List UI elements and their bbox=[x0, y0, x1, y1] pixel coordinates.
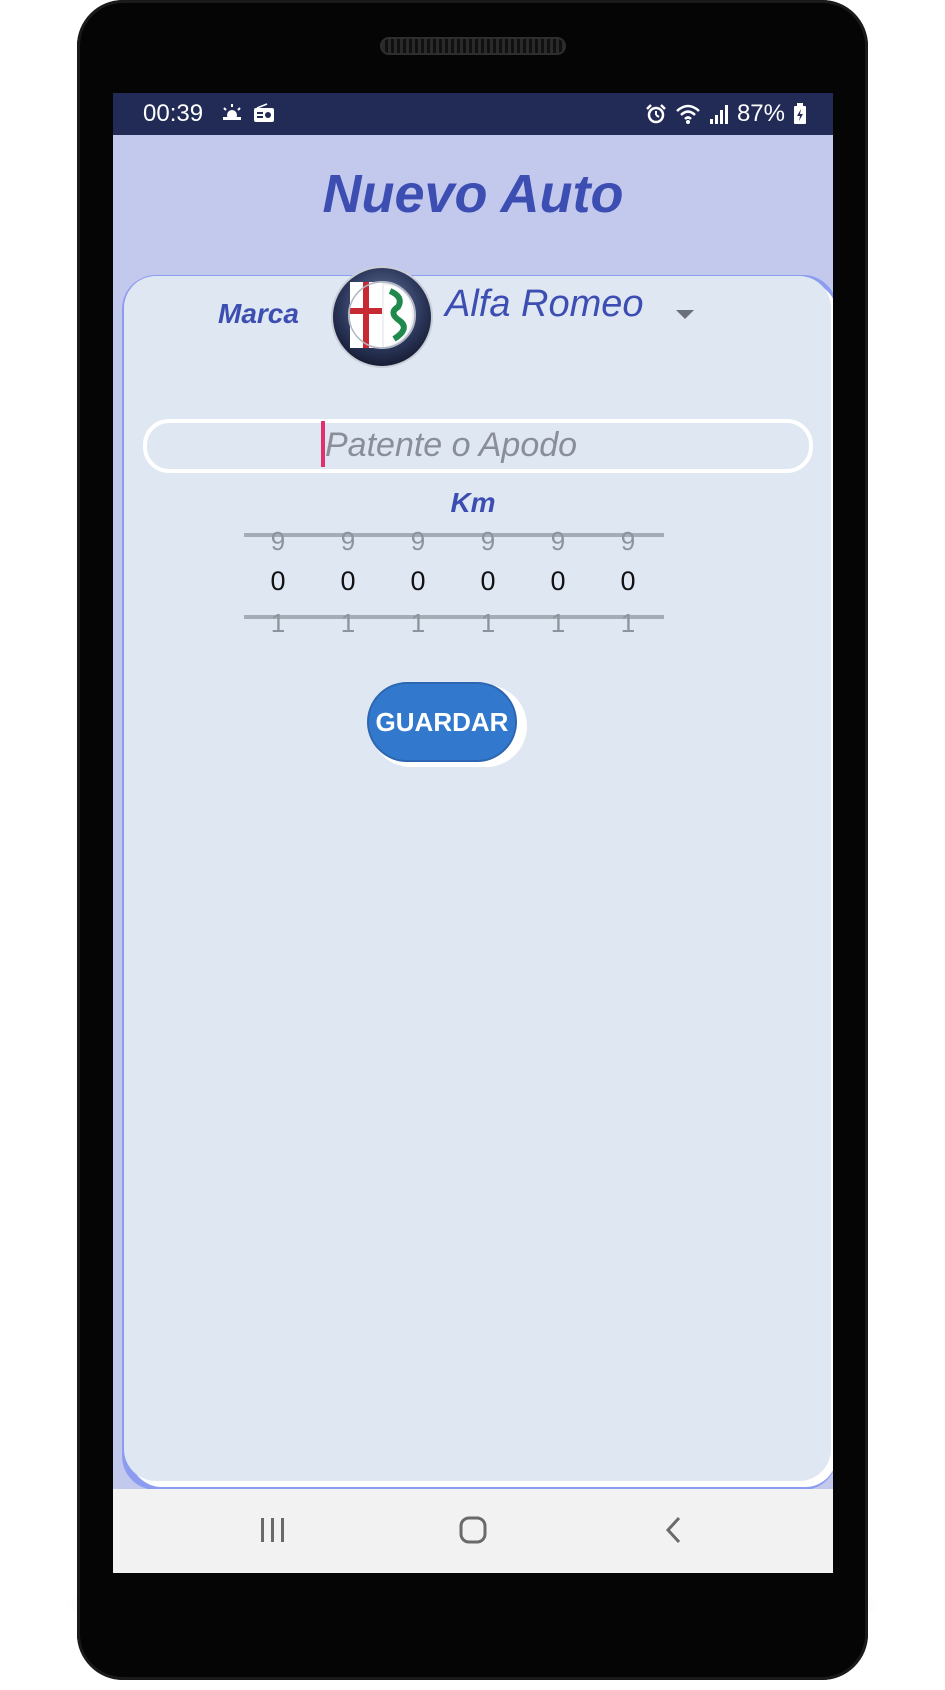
app-screen: 00:39 87% Nuevo Auto Marca Alfa Romeo Pa… bbox=[113, 93, 833, 1573]
brand-dropdown-value[interactable]: Alfa Romeo bbox=[445, 283, 644, 326]
back-icon[interactable] bbox=[663, 1515, 683, 1550]
battery-percent: 87% bbox=[736, 100, 785, 127]
km-digit-next: 1 bbox=[480, 608, 496, 638]
wifi-icon bbox=[675, 103, 701, 125]
battery-charging-icon bbox=[793, 103, 807, 125]
brand-label: Marca bbox=[218, 298, 299, 329]
status-left-icons bbox=[221, 102, 275, 130]
km-label: Km bbox=[450, 487, 496, 518]
km-picker[interactable]: 9 0 1 9 0 1 9 0 1 9 0 1 9 0 1 9 0 1 bbox=[244, 526, 664, 646]
km-digit-next: 1 bbox=[270, 608, 286, 638]
picker-top-line bbox=[244, 533, 664, 537]
km-digit-current: 0 bbox=[480, 566, 496, 596]
km-digit-next: 1 bbox=[620, 608, 636, 638]
km-digit-next: 1 bbox=[550, 608, 566, 638]
alfa-romeo-logo-icon bbox=[328, 263, 436, 371]
status-right-icons: 87% bbox=[645, 100, 807, 128]
km-digit-prev: 9 bbox=[550, 526, 566, 556]
km-digit-current: 0 bbox=[340, 566, 356, 596]
signal-icon bbox=[709, 103, 729, 125]
recent-apps-icon[interactable] bbox=[259, 1515, 287, 1550]
earpiece-speaker bbox=[380, 37, 566, 55]
km-digit-current: 0 bbox=[550, 566, 566, 596]
status-bar: 00:39 87% bbox=[113, 93, 833, 135]
home-icon[interactable] bbox=[458, 1515, 488, 1550]
km-digit-prev: 9 bbox=[620, 526, 636, 556]
status-time: 00:39 bbox=[143, 100, 204, 127]
km-digit-next: 1 bbox=[410, 608, 426, 638]
save-button[interactable]: GUARDAR bbox=[367, 682, 517, 762]
km-digit-prev: 9 bbox=[480, 526, 496, 556]
weather-icon bbox=[221, 102, 243, 130]
km-digit-next: 1 bbox=[340, 608, 356, 638]
picker-bottom-line bbox=[244, 615, 664, 619]
km-digit-prev: 9 bbox=[270, 526, 286, 556]
km-digit-current: 0 bbox=[270, 566, 286, 596]
km-digit-prev: 9 bbox=[340, 526, 356, 556]
navigation-bar bbox=[113, 1489, 833, 1573]
chevron-down-icon[interactable] bbox=[676, 310, 694, 319]
km-digit-current: 0 bbox=[620, 566, 636, 596]
km-digit-current: 0 bbox=[410, 566, 426, 596]
radio-icon bbox=[253, 102, 275, 130]
plate-input-placeholder: Patente o Apodo bbox=[325, 426, 578, 464]
alarm-icon bbox=[645, 103, 667, 125]
km-digit-prev: 9 bbox=[410, 526, 426, 556]
page-title: Nuevo Auto bbox=[322, 164, 624, 224]
